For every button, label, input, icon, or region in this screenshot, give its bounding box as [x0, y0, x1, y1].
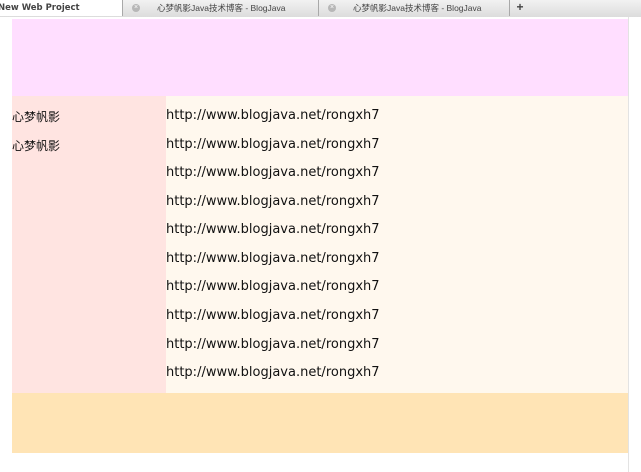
close-icon[interactable]: × [132, 4, 140, 12]
close-icon[interactable]: × [328, 4, 336, 12]
list-item: http://www.blogjava.net/rongxh7 [166, 279, 380, 294]
right-margin [628, 17, 641, 472]
list-item: http://www.blogjava.net/rongxh7 [166, 222, 380, 237]
page-header [12, 19, 628, 96]
tab-label: New Web Project [0, 3, 80, 13]
list-item: http://www.blogjava.net/rongxh7 [166, 137, 380, 152]
tab-blogjava-1[interactable]: × 心梦帆影Java技术博客 - BlogJava [123, 0, 319, 16]
list-item: http://www.blogjava.net/rongxh7 [166, 365, 380, 380]
main-content: http://www.blogjava.net/rongxh7 http://w… [166, 96, 628, 393]
list-item: http://www.blogjava.net/rongxh7 [166, 165, 380, 180]
sidebar: 心梦帆影 心梦帆影 [12, 96, 166, 393]
page-viewport: 心梦帆影 心梦帆影 http://www.blogjava.net/rongxh… [0, 17, 641, 472]
tab-bar: New Web Project × 心梦帆影Java技术博客 - BlogJav… [0, 0, 641, 18]
tab-label: 心梦帆影Java技术博客 - BlogJava [157, 3, 286, 13]
tab-blogjava-2[interactable]: × 心梦帆影Java技术博客 - BlogJava [319, 0, 510, 16]
new-tab-button[interactable]: + [514, 0, 526, 16]
tab-new-web-project[interactable]: New Web Project [0, 0, 123, 16]
sidebar-item: 心梦帆影 [12, 110, 61, 124]
tab-label: 心梦帆影Java技术博客 - BlogJava [353, 3, 482, 13]
list-item: http://www.blogjava.net/rongxh7 [166, 308, 380, 323]
sidebar-item: 心梦帆影 [12, 139, 61, 153]
list-item: http://www.blogjava.net/rongxh7 [166, 251, 380, 266]
list-item: http://www.blogjava.net/rongxh7 [166, 108, 380, 123]
page-footer [12, 393, 628, 453]
list-item: http://www.blogjava.net/rongxh7 [166, 194, 380, 209]
list-item: http://www.blogjava.net/rongxh7 [166, 337, 380, 352]
